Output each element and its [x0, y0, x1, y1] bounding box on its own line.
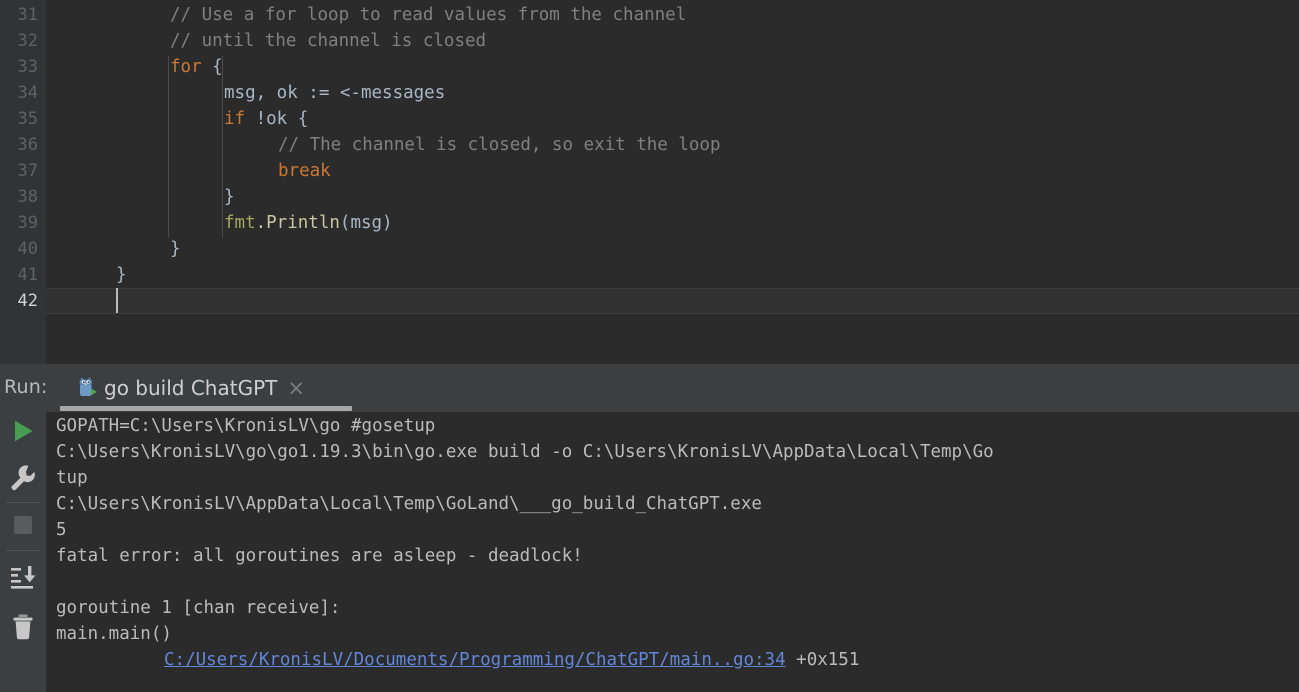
console-text: fatal error: all goroutines are asleep -… — [56, 546, 583, 566]
code-token-keyword: break — [278, 161, 331, 181]
go-gopher-icon — [76, 376, 100, 400]
code-token-func: .Println — [255, 213, 340, 233]
console-line: main.main() — [56, 621, 172, 647]
console-offset-text: +0x151 — [785, 650, 860, 670]
console-text: tup — [56, 468, 88, 488]
run-window-label: Run: — [4, 376, 48, 398]
code-token-default: } — [224, 187, 235, 207]
console-line: fatal error: all goroutines are asleep -… — [56, 543, 583, 569]
line-number: 41 — [17, 265, 38, 285]
code-line[interactable]: // until the channel is closed — [46, 28, 486, 54]
close-icon[interactable]: × — [287, 377, 305, 399]
console-line: tup — [56, 465, 88, 491]
line-number: 33 — [17, 57, 38, 77]
console-text: goroutine 1 [chan receive]: — [56, 598, 341, 618]
code-token-comment: // The channel is closed, so exit the lo… — [278, 135, 721, 155]
stop-square-icon — [10, 512, 36, 542]
play-icon — [9, 417, 37, 449]
code-token-default: (msg) — [339, 213, 393, 233]
code-token-default: } — [170, 239, 181, 259]
code-line[interactable]: } — [46, 236, 181, 262]
scroll-to-end-button[interactable] — [0, 556, 46, 602]
run-toolbar — [0, 410, 46, 692]
console-line: C:\Users\KronisLV\AppData\Local\Temp\GoL… — [56, 491, 762, 517]
console-line: C:/Users/KronisLV/Documents/Programming/… — [164, 647, 859, 673]
console-text: 5 — [56, 520, 67, 540]
line-number: 40 — [17, 239, 38, 259]
line-number: 32 — [17, 31, 38, 51]
rerun-button[interactable] — [0, 410, 46, 456]
editor-gutter[interactable]: 31 32 33 34 35 36 37 38 39 40 41 42 — [0, 0, 46, 364]
console-horizontal-scrollbar-thumb[interactable] — [60, 406, 352, 411]
line-number: 42 — [17, 291, 38, 311]
run-tool-window: Run: go build ChatGPT × GOPATH=C:\Users\… — [0, 364, 1299, 692]
code-line[interactable]: } — [46, 184, 235, 210]
code-token-default: { — [201, 57, 223, 77]
code-line[interactable]: fmt.Println(msg) — [46, 210, 393, 236]
line-number: 35 — [17, 109, 38, 129]
run-configuration-tab[interactable]: go build ChatGPT × — [76, 370, 305, 406]
scroll-to-end-icon — [9, 563, 37, 595]
code-token-default: msg, ok := <-messages — [224, 83, 446, 103]
code-line[interactable]: msg, ok := <-messages — [46, 80, 445, 106]
line-number: 36 — [17, 135, 38, 155]
code-token-keyword: for — [170, 57, 202, 77]
console-line: GOPATH=C:\Users\KronisLV\go #gosetup — [56, 413, 435, 439]
wrench-icon — [9, 463, 37, 495]
run-console-output[interactable]: GOPATH=C:\Users\KronisLV\go #gosetup C:\U… — [46, 412, 1299, 692]
code-line[interactable]: if !ok { — [46, 106, 308, 132]
line-number: 31 — [17, 5, 38, 25]
line-number: 39 — [17, 213, 38, 233]
line-number: 34 — [17, 83, 38, 103]
line-number: 37 — [17, 161, 38, 181]
code-token-default: !ok { — [245, 109, 309, 129]
code-line[interactable]: } — [46, 262, 127, 288]
run-tool-window-header: Run: go build ChatGPT × — [0, 364, 1299, 412]
code-token-comment: // until the channel is closed — [170, 31, 487, 51]
code-line[interactable]: // Use a for loop to read values from th… — [46, 2, 686, 28]
toolbar-divider-2 — [6, 550, 40, 551]
code-token-keyword: if — [224, 109, 246, 129]
code-line[interactable]: for { — [46, 54, 223, 80]
code-token-default: } — [116, 265, 127, 285]
code-line[interactable]: break — [46, 158, 331, 184]
code-editor[interactable]: 31 32 33 34 35 36 37 38 39 40 41 42 // Use a for lo… — [0, 0, 1299, 364]
console-file-link[interactable]: C:/Users/KronisLV/Documents/Programming/… — [164, 650, 786, 670]
run-tab-title: go build ChatGPT — [104, 376, 278, 400]
toolbar-divider-1 — [6, 502, 40, 503]
console-text: C:\Users\KronisLV\AppData\Local\Temp\GoL… — [56, 494, 762, 514]
text-caret — [116, 288, 118, 313]
console-line: C:\Users\KronisLV\go\go1.19.3\bin\go.exe… — [56, 439, 994, 465]
stop-button[interactable] — [0, 504, 46, 550]
code-token-comment: // Use a for loop to read values from th… — [170, 5, 687, 25]
console-text: main.main() — [56, 624, 172, 644]
line-number: 38 — [17, 187, 38, 207]
caret-row-highlight — [46, 288, 1299, 314]
trash-icon — [10, 613, 36, 645]
console-text: GOPATH=C:\Users\KronisLV\go #gosetup — [56, 416, 436, 436]
console-text: C:\Users\KronisLV\go\go1.19.3\bin\go.exe… — [56, 442, 994, 462]
console-line: 5 — [56, 517, 67, 543]
clear-all-button[interactable] — [0, 606, 46, 652]
console-line: goroutine 1 [chan receive]: — [56, 595, 340, 621]
code-line[interactable]: // The channel is closed, so exit the lo… — [46, 132, 721, 158]
edit-configuration-button[interactable] — [0, 456, 46, 502]
goland-window: 31 32 33 34 35 36 37 38 39 40 41 42 // Use a for lo… — [0, 0, 1299, 692]
code-token-pkg: fmt — [224, 213, 256, 233]
